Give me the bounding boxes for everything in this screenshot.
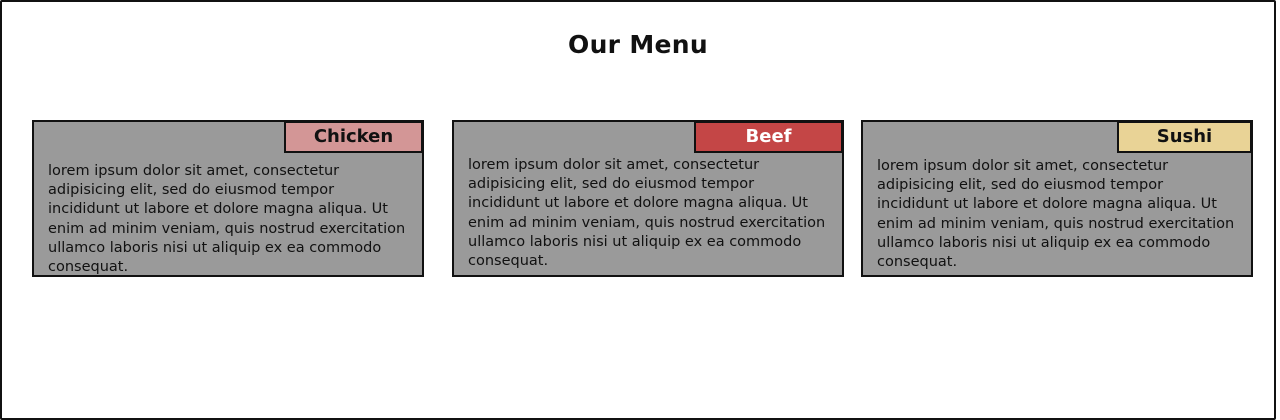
menu-card-description: lorem ipsum dolor sit amet, consectetur … — [877, 158, 1235, 271]
menu-card-beef: Beef lorem ipsum dolor sit amet, consect… — [452, 120, 844, 277]
menu-card-chicken: Chicken lorem ipsum dolor sit amet, cons… — [32, 120, 424, 277]
menu-card-sushi: Sushi lorem ipsum dolor sit amet, consec… — [861, 120, 1253, 277]
page-title: Our Menu — [568, 30, 708, 59]
menu-card-description: lorem ipsum dolor sit amet, consectetur … — [48, 163, 406, 276]
menu-card-description: lorem ipsum dolor sit amet, consectetur … — [468, 157, 826, 270]
page-frame: Our Menu Chicken lorem ipsum dolor sit a… — [0, 0, 1276, 420]
menu-tag-beef: Beef — [694, 121, 843, 153]
menu-tag-sushi: Sushi — [1117, 121, 1252, 153]
menu-tag-chicken: Chicken — [284, 121, 423, 153]
